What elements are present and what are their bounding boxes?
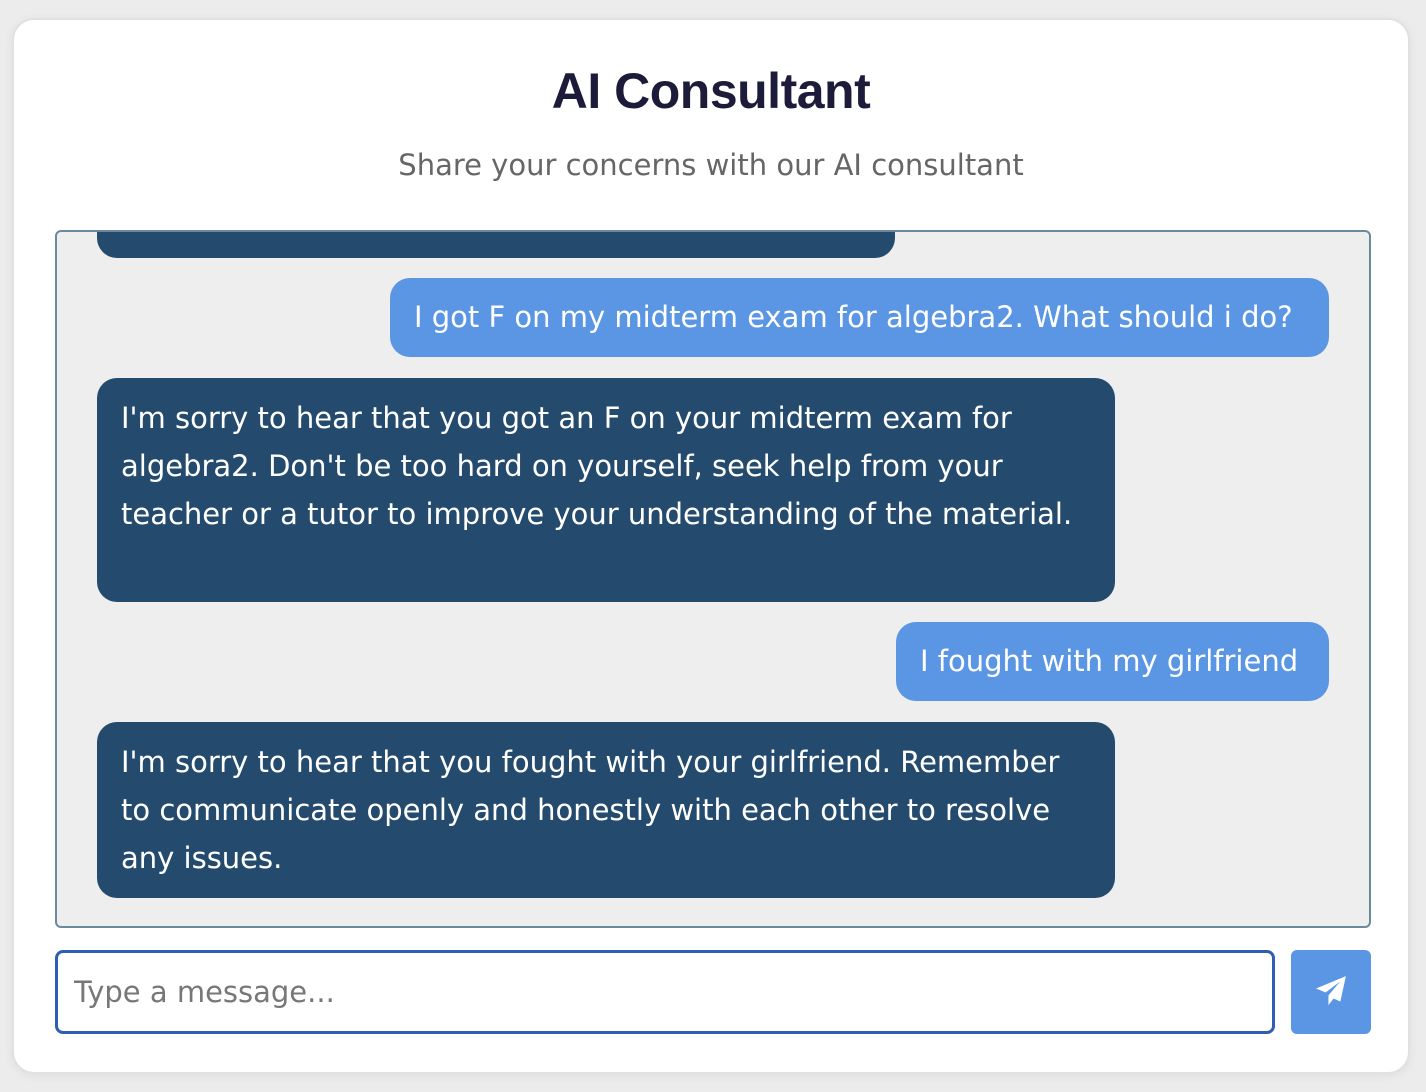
- message-ai: I'm sorry to hear that you fought with y…: [97, 722, 1115, 898]
- send-button[interactable]: [1291, 950, 1371, 1034]
- paper-plane-icon: [1314, 974, 1348, 1011]
- page-title: AI Consultant: [551, 63, 871, 119]
- chat-window[interactable]: I got F on my midterm exam for algebra2.…: [55, 230, 1371, 928]
- page-subtitle: Share your concerns with our AI consulta…: [398, 148, 1024, 182]
- message-ai: [97, 232, 895, 258]
- message-input[interactable]: [55, 950, 1275, 1034]
- consultant-card: AI Consultant Share your concerns with o…: [12, 18, 1410, 1074]
- message-ai: I'm sorry to hear that you got an F on y…: [97, 378, 1115, 602]
- message-user: I got F on my midterm exam for algebra2.…: [390, 278, 1329, 357]
- message-user: I fought with my girlfriend: [896, 622, 1329, 701]
